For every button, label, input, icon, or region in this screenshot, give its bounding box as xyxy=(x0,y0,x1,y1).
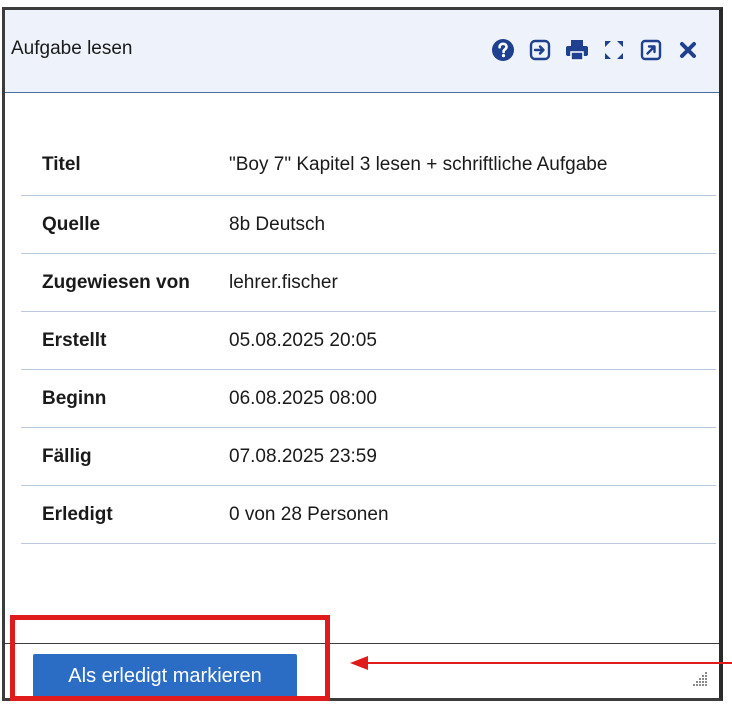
task-dialog: Aufgabe lesen Titel "Boy 7" Kapitel 3 le… xyxy=(2,7,723,701)
detail-label: Beginn xyxy=(42,387,107,409)
detail-value: 8b Deutsch xyxy=(229,213,326,235)
detail-row-created: Erstellt 05.08.2025 20:05 xyxy=(21,312,716,370)
detail-row-due: Fällig 07.08.2025 23:59 xyxy=(21,428,716,486)
fullscreen-icon[interactable] xyxy=(600,36,627,63)
detail-value: 05.08.2025 20:05 xyxy=(229,329,377,351)
detail-label: Fällig xyxy=(42,445,92,467)
print-icon[interactable] xyxy=(563,36,590,63)
detail-value: lehrer.fischer xyxy=(229,271,338,293)
detail-label: Erstellt xyxy=(42,329,107,351)
detail-row-start: Beginn 06.08.2025 08:00 xyxy=(21,370,716,428)
detail-label: Zugewiesen von xyxy=(42,271,190,293)
detail-row-source: Quelle 8b Deutsch xyxy=(21,196,716,254)
highlight-box xyxy=(10,615,330,701)
detail-value: 07.08.2025 23:59 xyxy=(229,445,377,467)
task-details: Titel "Boy 7" Kapitel 3 lesen + schriftl… xyxy=(21,134,716,544)
close-icon[interactable] xyxy=(674,36,701,63)
detail-label: Erledigt xyxy=(42,503,113,525)
dialog-title: Aufgabe lesen xyxy=(11,38,133,59)
open-in-icon[interactable] xyxy=(526,36,553,63)
detail-row-title: Titel "Boy 7" Kapitel 3 lesen + schriftl… xyxy=(21,134,716,196)
annotation-arrow-icon xyxy=(350,656,732,670)
detail-row-done: Erledigt 0 von 28 Personen xyxy=(21,486,716,544)
detail-value: 06.08.2025 08:00 xyxy=(229,387,377,409)
help-icon[interactable] xyxy=(489,36,516,63)
external-link-icon[interactable] xyxy=(637,36,664,63)
detail-row-assigned-by: Zugewiesen von lehrer.fischer xyxy=(21,254,716,312)
detail-label: Titel xyxy=(42,153,81,175)
dialog-header: Aufgabe lesen xyxy=(5,10,719,93)
detail-label: Quelle xyxy=(42,213,101,235)
detail-value: "Boy 7" Kapitel 3 lesen + schriftliche A… xyxy=(229,153,608,175)
detail-value: 0 von 28 Personen xyxy=(229,503,389,525)
dialog-toolbar xyxy=(489,36,701,63)
